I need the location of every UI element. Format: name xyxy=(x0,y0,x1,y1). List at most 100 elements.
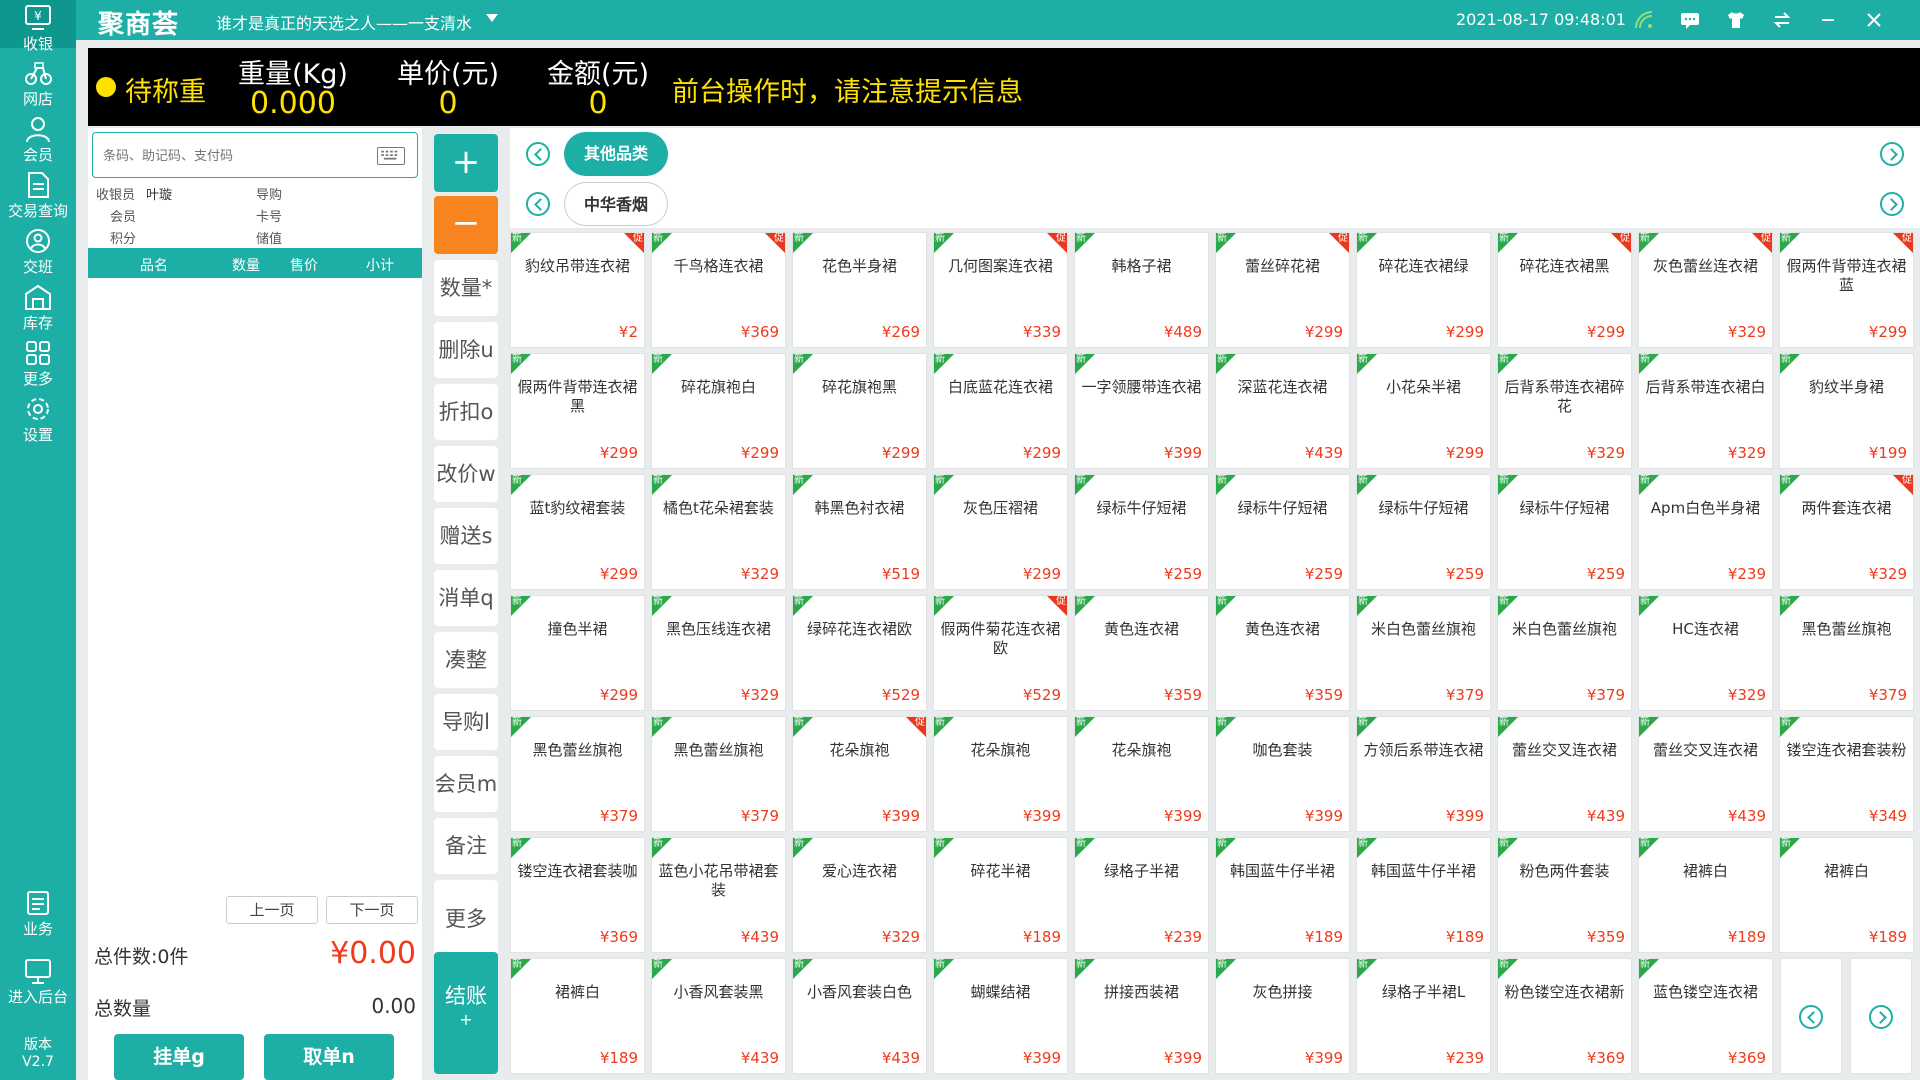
product-card[interactable]: 新绿格子半裙 ¥239 xyxy=(1074,837,1209,953)
checkout-button[interactable]: 结账 + xyxy=(434,952,498,1074)
product-card[interactable]: 新爱心连衣裙 ¥329 xyxy=(792,837,927,953)
nav-item-handover[interactable]: 交班 xyxy=(0,226,76,276)
delete-button[interactable]: 删除u xyxy=(434,322,498,378)
product-card[interactable]: 新镂空连衣裙套装咖 ¥369 xyxy=(510,837,645,953)
product-card[interactable]: 新 促豹纹吊带连衣裙 ¥2 xyxy=(510,232,645,348)
product-card[interactable]: 新韩国蓝牛仔半裙 ¥189 xyxy=(1356,837,1491,953)
keyboard-icon[interactable] xyxy=(377,147,405,165)
product-card[interactable]: 新灰色压褶裙 ¥299 xyxy=(933,474,1068,590)
product-card[interactable]: 新小香风套装黑 ¥439 xyxy=(651,958,786,1074)
hold-order-button[interactable]: 挂单g xyxy=(114,1034,244,1080)
product-card[interactable]: 新绿标牛仔短裙 ¥259 xyxy=(1074,474,1209,590)
nav-item-transactions[interactable]: 交易查询 xyxy=(0,170,76,220)
product-card[interactable]: 新 促碎花连衣裙黑 ¥299 xyxy=(1497,232,1632,348)
category-prev-icon[interactable] xyxy=(526,142,550,166)
product-card[interactable]: 新蓝t豹纹裙套装 ¥299 xyxy=(510,474,645,590)
grid-prev-page[interactable] xyxy=(1780,958,1842,1074)
product-card[interactable]: 新豹纹半身裙 ¥199 xyxy=(1779,353,1914,469)
product-card[interactable]: 新小花朵半裙 ¥299 xyxy=(1356,353,1491,469)
nav-item-online-store[interactable]: 网店 xyxy=(0,58,76,108)
discount-button[interactable]: 折扣o xyxy=(434,384,498,440)
product-card[interactable]: 新小香风套装白色 ¥439 xyxy=(792,958,927,1074)
product-card[interactable]: 新 促两件套连衣裙 ¥329 xyxy=(1779,474,1914,590)
nav-item-more[interactable]: 更多 xyxy=(0,338,76,388)
product-card[interactable]: 新碎花连衣裙绿 ¥299 xyxy=(1356,232,1491,348)
product-card[interactable]: 新 促假两件菊花连衣裙欧 ¥529 xyxy=(933,595,1068,711)
product-card[interactable]: 新绿碎花连衣裙欧 ¥529 xyxy=(792,595,927,711)
product-card[interactable]: 新黑色蕾丝旗袍 ¥379 xyxy=(1779,595,1914,711)
skin-shirt-icon[interactable] xyxy=(1724,8,1748,32)
search-input[interactable] xyxy=(103,145,363,167)
product-card[interactable]: 新裙裤白 ¥189 xyxy=(1779,837,1914,953)
message-icon[interactable] xyxy=(1678,8,1702,32)
add-button[interactable]: + xyxy=(434,134,498,192)
product-card[interactable]: 新黄色连衣裙 ¥359 xyxy=(1074,595,1209,711)
category-next-icon[interactable] xyxy=(1880,142,1904,166)
nav-item-cashier[interactable]: ¥ 收银 xyxy=(0,0,76,53)
product-card[interactable]: 新 促灰色蕾丝连衣裙 ¥329 xyxy=(1638,232,1773,348)
product-card[interactable]: 新花朵旗袍 ¥399 xyxy=(1074,716,1209,832)
product-card[interactable]: 新绿标牛仔短裙 ¥259 xyxy=(1356,474,1491,590)
product-card[interactable]: 新花朵旗袍 ¥399 xyxy=(933,716,1068,832)
nav-item-inventory[interactable]: 库存 xyxy=(0,282,76,332)
product-card[interactable]: 新 Apm白色半身裙 ¥239 xyxy=(1638,474,1773,590)
grid-prev-icon[interactable] xyxy=(1799,1005,1823,1029)
product-card[interactable]: 新 促蕾丝碎花裙 ¥299 xyxy=(1215,232,1350,348)
product-card[interactable]: 新粉色镂空连衣裙新 ¥369 xyxy=(1497,958,1632,1074)
category-tab-cigarette[interactable]: 中华香烟 xyxy=(564,182,668,226)
product-card[interactable]: 新绿标牛仔短裙 ¥259 xyxy=(1215,474,1350,590)
product-card[interactable]: 新灰色拼接 ¥399 xyxy=(1215,958,1350,1074)
cancel-order-button[interactable]: 消单q xyxy=(434,570,498,626)
product-card[interactable]: 新绿标牛仔短裙 ¥259 xyxy=(1497,474,1632,590)
quantity-button[interactable]: 数量* xyxy=(434,260,498,316)
product-card[interactable]: 新白底蓝花连衣裙 ¥299 xyxy=(933,353,1068,469)
product-card[interactable]: 新 促花朵旗袍 ¥399 xyxy=(792,716,927,832)
product-card[interactable]: 新拼接西装裙 ¥399 xyxy=(1074,958,1209,1074)
prev-page-button[interactable]: 上一页 xyxy=(226,896,318,924)
close-icon[interactable] xyxy=(1862,8,1886,32)
product-card[interactable]: 新碎花旗袍黑 ¥299 xyxy=(792,353,927,469)
product-card[interactable]: 新蕾丝交叉连衣裙 ¥439 xyxy=(1497,716,1632,832)
product-card[interactable]: 新后背系带连衣裙白 ¥329 xyxy=(1638,353,1773,469)
more-actions-button[interactable]: 更多 xyxy=(434,880,498,958)
switch-icon[interactable] xyxy=(1770,8,1794,32)
category-next-icon[interactable] xyxy=(1880,192,1904,216)
product-card[interactable]: 新蓝色镂空连衣裙 ¥369 xyxy=(1638,958,1773,1074)
product-card[interactable]: 新碎花半裙 ¥189 xyxy=(933,837,1068,953)
product-card[interactable]: 新黄色连衣裙 ¥359 xyxy=(1215,595,1350,711)
product-card[interactable]: 新 促千鸟格连衣裙 ¥369 xyxy=(651,232,786,348)
product-card[interactable]: 新黑色压线连衣裙 ¥329 xyxy=(651,595,786,711)
product-card[interactable]: 新撞色半裙 ¥299 xyxy=(510,595,645,711)
category-prev-icon[interactable] xyxy=(526,192,550,216)
member-button[interactable]: 会员m xyxy=(434,756,498,812)
grid-next-icon[interactable] xyxy=(1869,1005,1893,1029)
minus-button[interactable]: − xyxy=(434,196,498,254)
product-card[interactable]: 新碎花旗袍白 ¥299 xyxy=(651,353,786,469)
grid-next-page[interactable] xyxy=(1850,958,1912,1074)
product-card[interactable]: 新花色半身裙 ¥269 xyxy=(792,232,927,348)
product-card[interactable]: 新镂空连衣裙套装粉 ¥349 xyxy=(1779,716,1914,832)
product-card[interactable]: 新橘色t花朵裙套装 ¥329 xyxy=(651,474,786,590)
gift-button[interactable]: 赠送s xyxy=(434,508,498,564)
product-card[interactable]: 新方领后系带连衣裙 ¥399 xyxy=(1356,716,1491,832)
guide-button[interactable]: 导购l xyxy=(434,694,498,750)
change-price-button[interactable]: 改价w xyxy=(434,446,498,502)
product-card[interactable]: 新一字领腰带连衣裙 ¥399 xyxy=(1074,353,1209,469)
next-page-button[interactable]: 下一页 xyxy=(326,896,418,924)
product-card[interactable]: 新韩国蓝牛仔半裙 ¥189 xyxy=(1215,837,1350,953)
product-card[interactable]: 新韩格子裙 ¥489 xyxy=(1074,232,1209,348)
nav-item-business[interactable]: 业务 xyxy=(0,888,76,938)
minimize-icon[interactable] xyxy=(1816,8,1840,32)
note-button[interactable]: 备注 xyxy=(434,818,498,874)
product-card[interactable]: 新 促假两件背带连衣裙蓝 ¥299 xyxy=(1779,232,1914,348)
product-card[interactable]: 新深蓝花连衣裙 ¥439 xyxy=(1215,353,1350,469)
product-card[interactable]: 新黑色蕾丝旗袍 ¥379 xyxy=(651,716,786,832)
round-off-button[interactable]: 凑整 xyxy=(434,632,498,688)
product-card[interactable]: 新韩黑色衬衣裙 ¥519 xyxy=(792,474,927,590)
product-card[interactable]: 新蕾丝交叉连衣裙 ¥439 xyxy=(1638,716,1773,832)
product-card[interactable]: 新米白色蕾丝旗袍 ¥379 xyxy=(1356,595,1491,711)
nav-item-settings[interactable]: 设置 xyxy=(0,394,76,444)
product-card[interactable]: 新后背系带连衣裙碎花 ¥329 xyxy=(1497,353,1632,469)
product-card[interactable]: 新蝴蝶结裙 ¥399 xyxy=(933,958,1068,1074)
nav-item-member[interactable]: 会员 xyxy=(0,114,76,164)
